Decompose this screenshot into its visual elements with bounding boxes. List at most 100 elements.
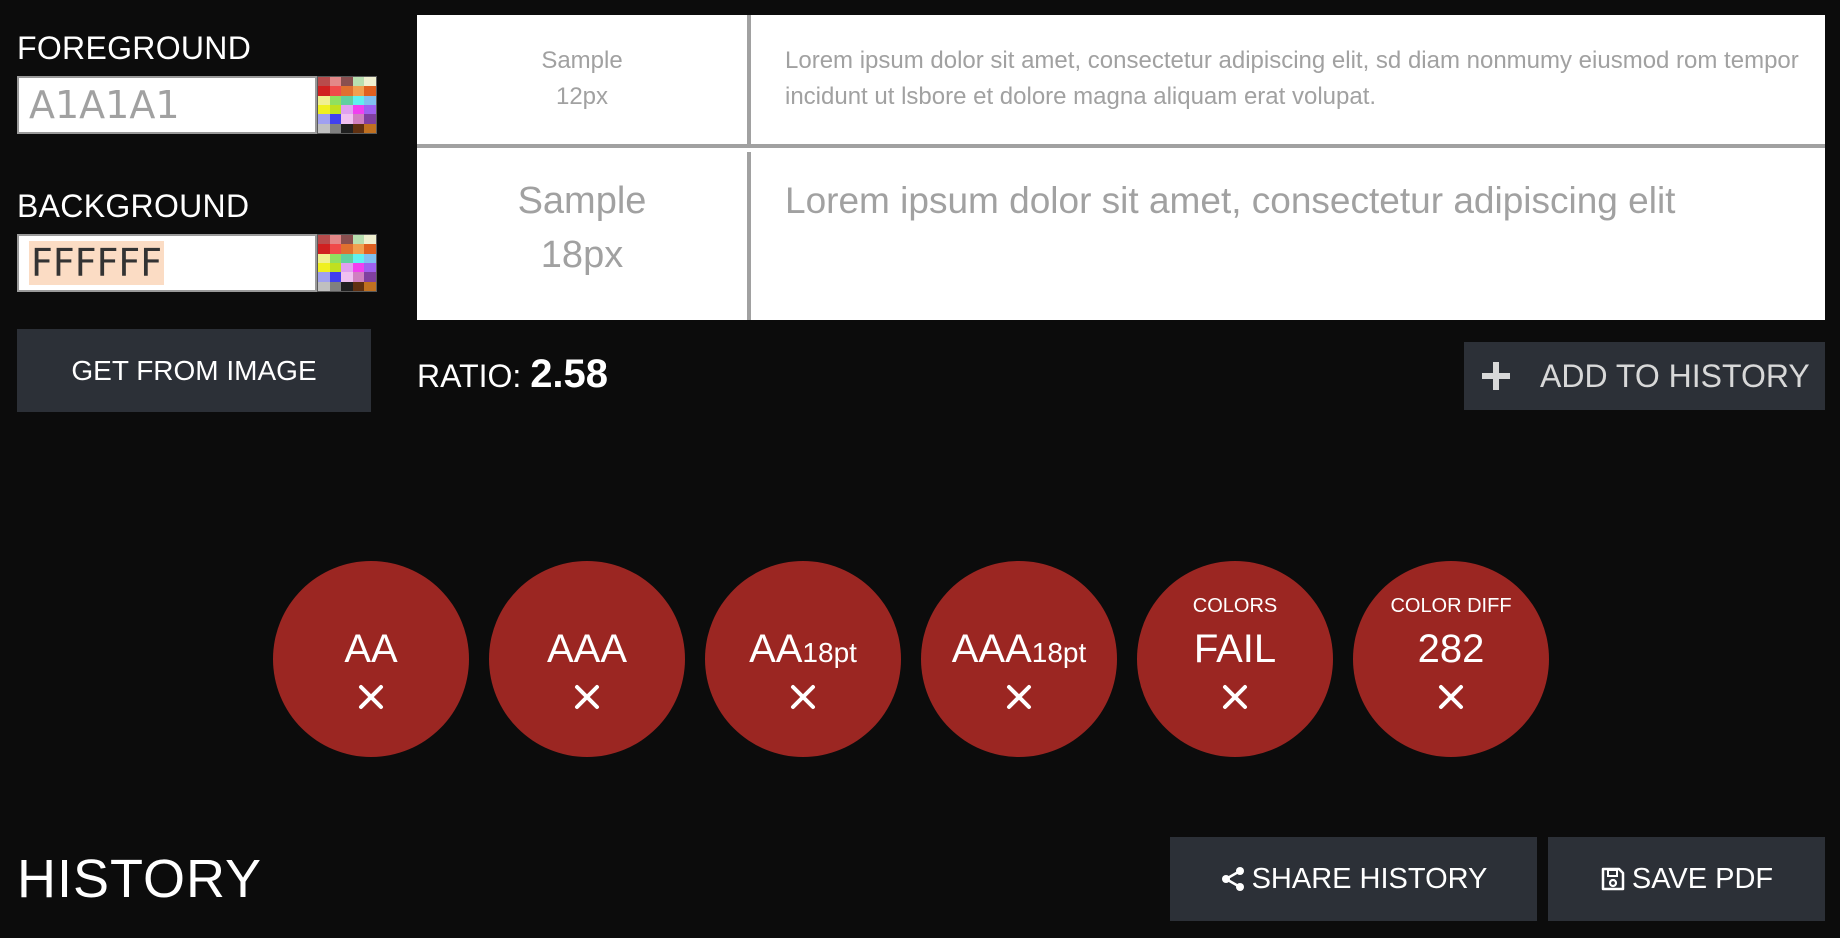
background-value: FFFFFF: [29, 241, 165, 285]
palette-swatch: [329, 253, 342, 263]
palette-swatch: [341, 114, 353, 124]
palette-swatch: [318, 272, 330, 282]
result-sub: 18pt: [802, 637, 857, 668]
palette-swatch: [318, 95, 330, 105]
compliance-results: AA AAA AA18pt AAA18pt COLORS FAIL COLOR …: [273, 561, 1573, 757]
save-pdf-button[interactable]: SAVE PDF: [1548, 837, 1825, 921]
palette-swatch: [318, 114, 330, 124]
result-color-diff: COLOR DIFF 282: [1353, 561, 1549, 757]
palette-swatch: [318, 253, 330, 263]
palette-swatch: [364, 95, 376, 105]
palette-swatch: [329, 95, 342, 105]
palette-swatch: [364, 235, 376, 245]
palette-swatch: [318, 104, 330, 115]
palette-swatch: [318, 86, 330, 96]
palette-swatch: [318, 123, 330, 133]
sample-row-18px: Sample 18px Lorem ipsum dolor sit amet, …: [417, 152, 1825, 320]
sample-label-18px: Sample 18px: [417, 152, 751, 320]
palette-swatch: [318, 244, 330, 254]
palette-swatch: [329, 244, 342, 254]
plus-icon: [1482, 362, 1510, 390]
sample-text-18px: Lorem ipsum dolor sit amet, consectetur …: [785, 180, 1676, 221]
foreground-input[interactable]: A1A1A1: [17, 76, 317, 134]
result-caption: COLOR DIFF: [1390, 595, 1512, 617]
palette-swatch: [352, 114, 365, 124]
palette-swatch: [329, 281, 342, 291]
palette-swatch: [329, 123, 342, 133]
background-label: BACKGROUND: [17, 188, 250, 224]
result-aaa-18pt: AAA18pt: [921, 561, 1117, 757]
result-value: AA18pt: [705, 627, 901, 675]
palette-swatch: [318, 77, 330, 87]
x-icon: [1439, 685, 1463, 709]
palette-swatch: [341, 123, 353, 133]
x-icon: [359, 685, 383, 709]
contrast-ratio: RATIO: 2.58: [417, 352, 608, 397]
share-icon: [1221, 867, 1244, 891]
palette-swatch: [329, 272, 342, 282]
palette-swatch: [364, 244, 376, 254]
palette-swatch: [341, 95, 353, 105]
result-value: 282: [1353, 627, 1549, 675]
result-colors: COLORS FAIL: [1137, 561, 1333, 757]
palette-swatch: [352, 123, 365, 133]
palette-swatch: [364, 104, 376, 115]
sample-label-12px-line2: 12px: [555, 83, 609, 110]
palette-swatch: [329, 114, 342, 124]
sample-label-18px-line2: 18px: [540, 234, 624, 276]
share-history-button[interactable]: SHARE HISTORY: [1170, 837, 1537, 921]
sample-preview-table: Sample 12px Lorem ipsum dolor sit amet, …: [417, 15, 1825, 320]
palette-swatch: [352, 272, 365, 282]
result-aaa: AAA: [489, 561, 685, 757]
palette-swatch: [364, 123, 376, 133]
x-icon: [1223, 685, 1247, 709]
palette-swatch: [352, 77, 365, 87]
palette-swatch: [352, 95, 365, 105]
palette-swatch: [364, 86, 376, 96]
sample-label-12px-line1: Sample: [541, 47, 623, 74]
result-main: AA: [344, 627, 398, 671]
result-main: AAA: [951, 627, 1032, 671]
result-sub: 18pt: [1031, 637, 1087, 668]
result-value: AAA: [489, 627, 685, 675]
floppy-disk-icon: [1601, 867, 1625, 891]
ratio-value: 2.58: [530, 352, 609, 396]
share-history-label: SHARE HISTORY: [1251, 862, 1488, 895]
palette-swatch: [364, 253, 376, 263]
palette-swatch: [341, 235, 353, 245]
palette-swatch: [341, 272, 353, 282]
foreground-row: A1A1A1: [17, 76, 377, 134]
palette-swatch: [318, 262, 330, 273]
palette-swatch: [341, 244, 353, 254]
foreground-palette-icon[interactable]: [317, 76, 377, 134]
palette-swatch: [329, 104, 342, 115]
get-from-image-button[interactable]: GET FROM IMAGE: [17, 329, 371, 412]
add-to-history-button[interactable]: ADD TO HISTORY: [1464, 342, 1825, 410]
sample-label-18px-line1: Sample: [517, 180, 647, 222]
result-main: AA: [749, 627, 803, 671]
x-icon: [791, 685, 815, 709]
background-input[interactable]: FFFFFF: [17, 234, 317, 292]
color-controls: FOREGROUND A1A1A1 BACKGROUND FFFFFF: [17, 30, 377, 292]
save-pdf-label: SAVE PDF: [1631, 862, 1774, 895]
palette-swatch: [341, 262, 353, 273]
result-value: AA: [273, 627, 469, 675]
palette-swatch: [352, 281, 365, 291]
palette-swatch: [329, 235, 342, 245]
palette-swatch: [329, 262, 342, 273]
background-block: BACKGROUND FFFFFF: [17, 188, 377, 292]
result-aa: AA: [273, 561, 469, 757]
ratio-label: RATIO:: [417, 358, 522, 394]
add-to-history-label: ADD TO HISTORY: [1540, 357, 1810, 394]
history-title: HISTORY: [17, 849, 263, 909]
palette-swatch: [352, 86, 365, 96]
palette-swatch: [318, 235, 330, 245]
palette-swatch: [341, 86, 353, 96]
background-palette-icon[interactable]: [317, 234, 377, 292]
palette-swatch: [352, 244, 365, 254]
foreground-value: A1A1A1: [29, 83, 180, 127]
palette-swatch: [352, 262, 365, 273]
result-value: FAIL: [1137, 627, 1333, 675]
palette-swatch: [341, 253, 353, 263]
result-main: FAIL: [1193, 627, 1277, 671]
